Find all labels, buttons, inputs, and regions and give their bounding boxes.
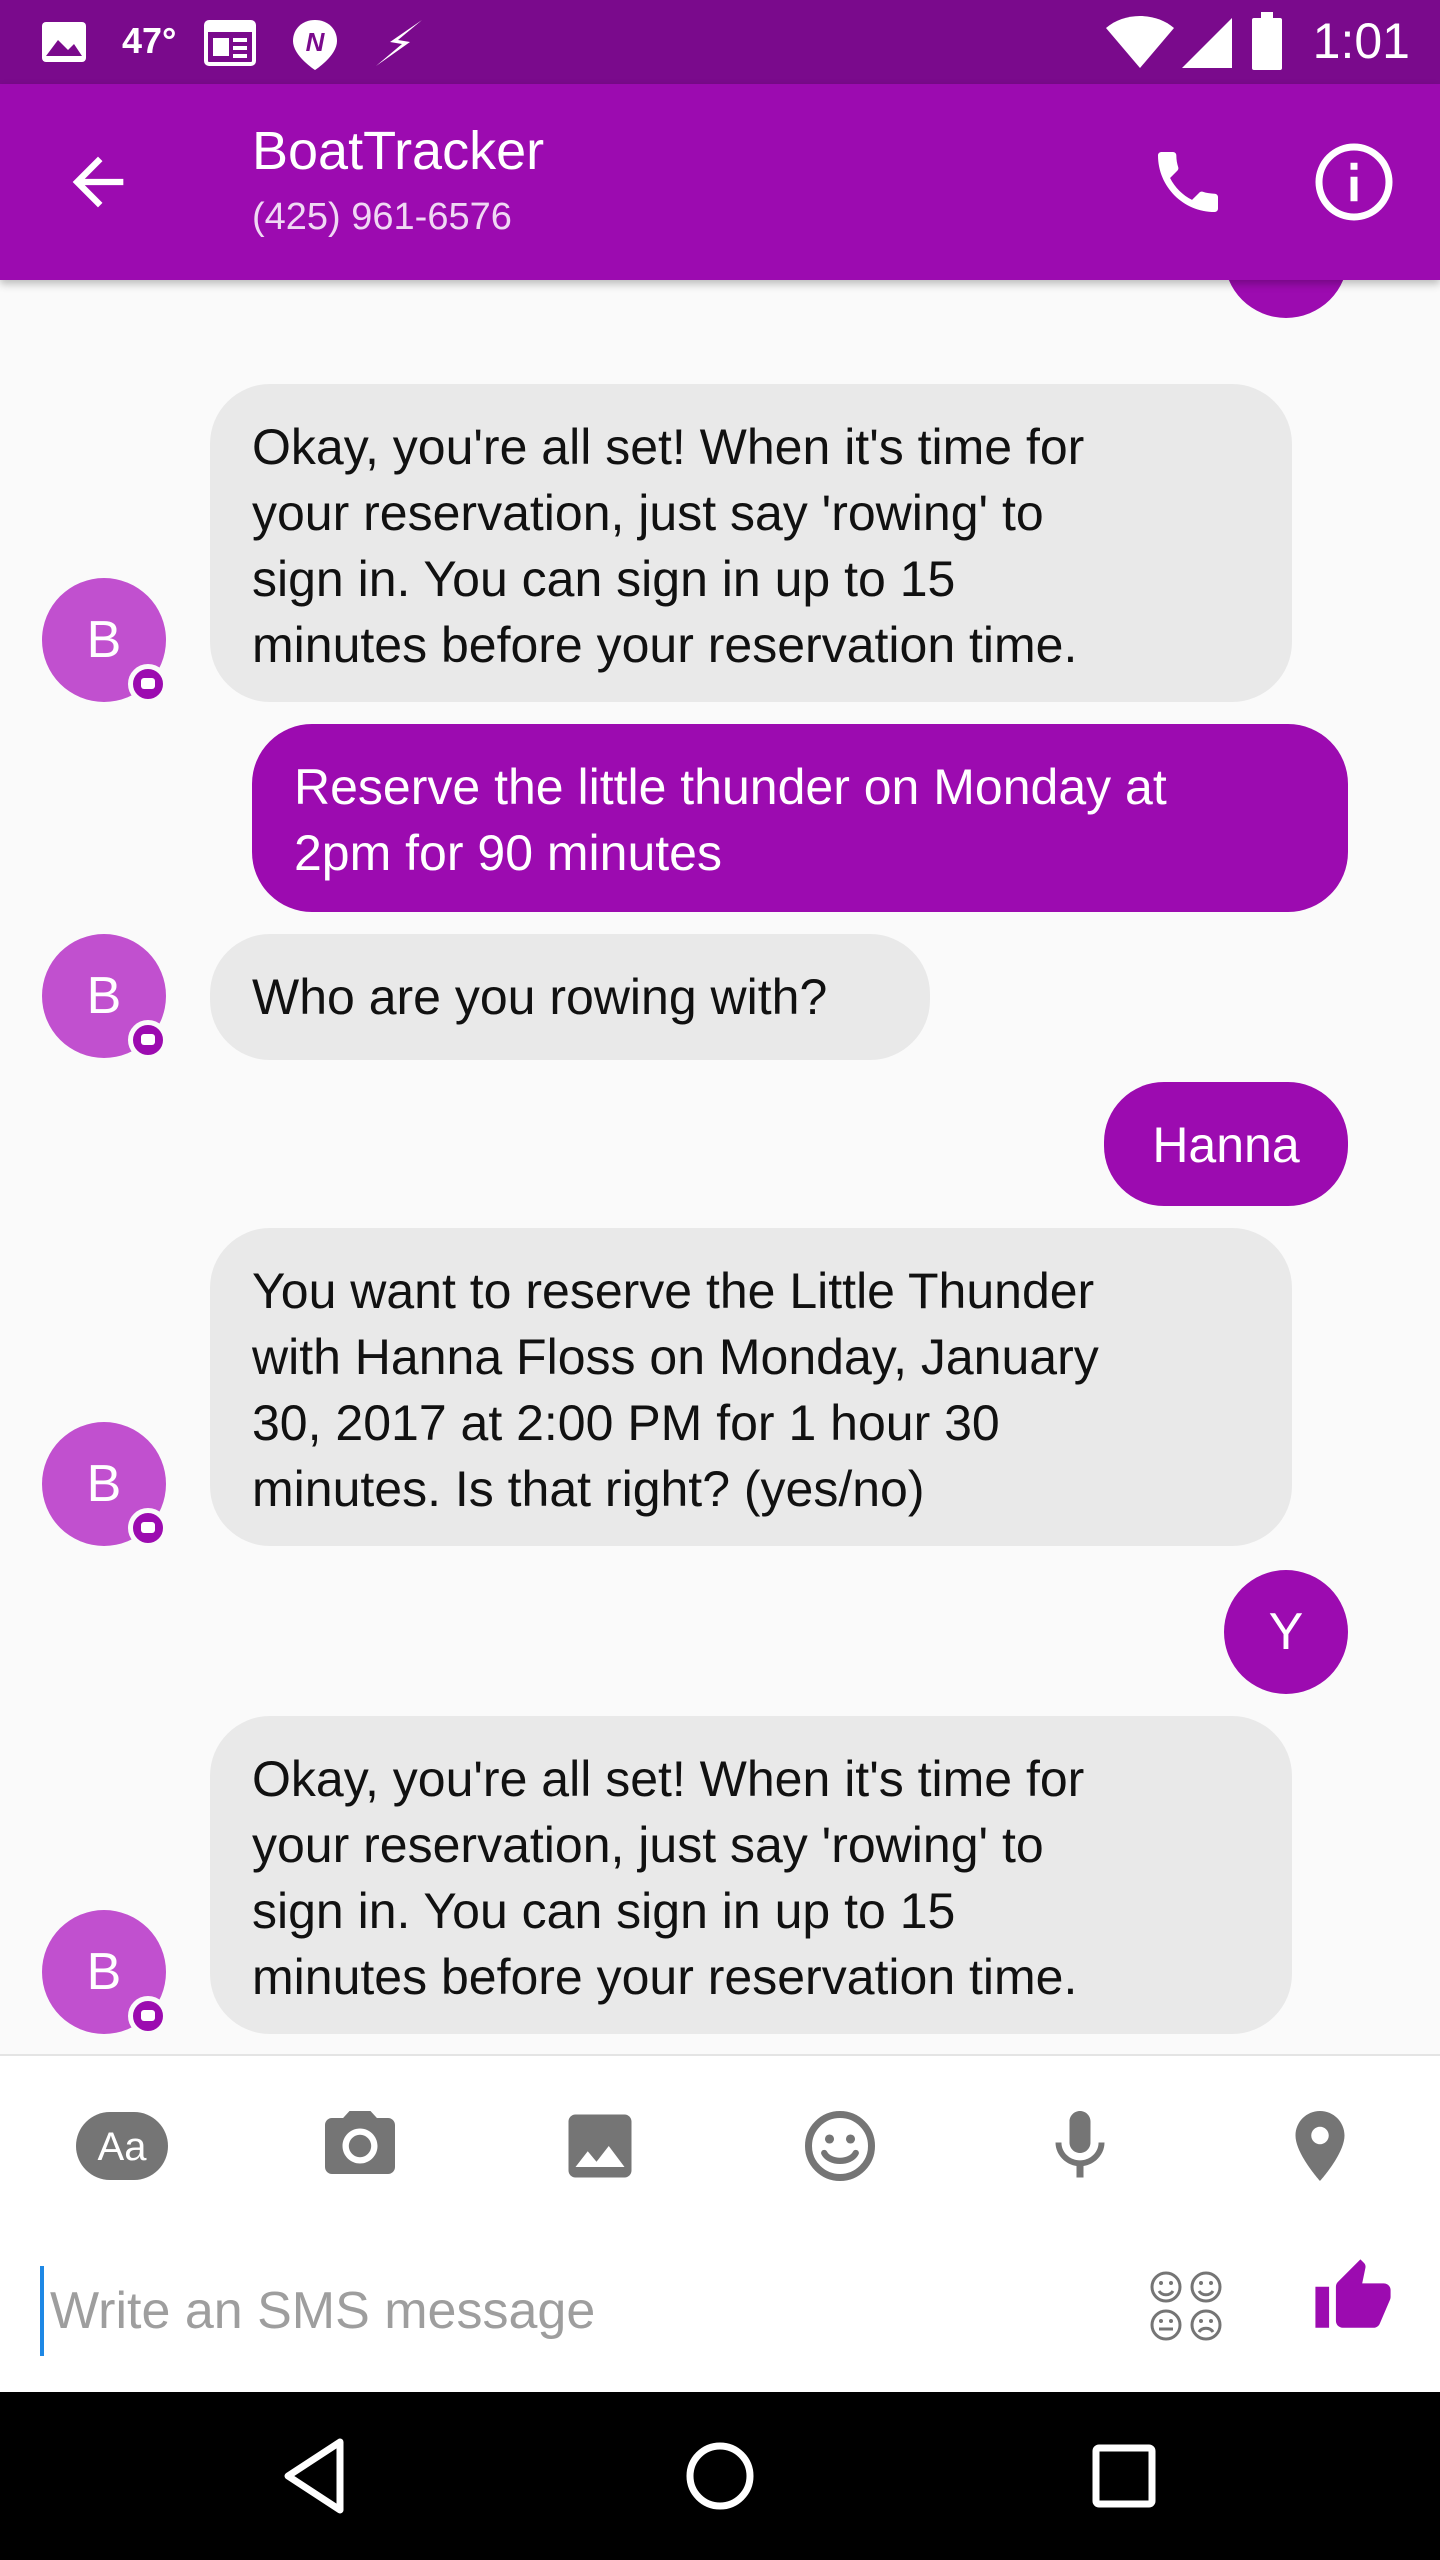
battery-icon <box>1252 12 1282 70</box>
contact-avatar-initial: B <box>86 967 122 1025</box>
microphone-button[interactable] <box>1032 2104 1128 2188</box>
nav-n-icon: N <box>293 20 337 70</box>
nav-recents-icon[interactable] <box>1078 2430 1170 2522</box>
text-format-button[interactable]: Aa <box>74 2104 170 2188</box>
contact-avatar[interactable]: B <box>42 578 168 704</box>
message-text-line: Reserve the little thunder on Monday at <box>294 759 1167 815</box>
incoming-message-bubble[interactable]: You want to reserve the Little Thunder w… <box>210 1228 1292 1546</box>
self-avatar: Y <box>1224 280 1348 318</box>
flash-icon <box>376 20 422 66</box>
emoji-icon <box>805 2111 875 2181</box>
contact-avatar-initial: B <box>86 1943 122 2001</box>
contact-avatar-initial: B <box>86 1455 122 1513</box>
status-bar: 47° N 1:01 <box>0 0 1440 84</box>
messenger-badge-icon <box>128 1996 168 2036</box>
contact-avatar[interactable]: B <box>42 934 168 1060</box>
temperature-text: 47° <box>122 20 177 61</box>
phone-icon[interactable] <box>1148 142 1228 222</box>
message-text-line: You want to reserve the Little Thunder <box>252 1263 1095 1319</box>
info-icon[interactable] <box>1312 140 1396 224</box>
message-text-line: sign in. You can sign in up to 15 <box>252 551 956 607</box>
clock-text: 1:01 <box>1312 13 1410 69</box>
incoming-message-bubble[interactable]: Who are you rowing with? <box>210 934 930 1060</box>
outgoing-message-bubble[interactable]: Reserve the little thunder on Monday at … <box>252 724 1348 912</box>
conversation-title: BoatTracker <box>252 121 545 181</box>
system-nav-bar <box>0 2392 1440 2560</box>
message-text-line: Okay, you're all set! When it's time for <box>252 1751 1085 1807</box>
message-text-line: 30, 2017 at 2:00 PM for 1 hour 30 <box>252 1395 1000 1451</box>
svg-text:N: N <box>306 27 326 57</box>
location-button[interactable] <box>1272 2104 1368 2188</box>
thumbs-up-icon[interactable] <box>1312 2256 1394 2338</box>
emoji-button[interactable] <box>792 2104 888 2188</box>
messenger-screen: 47° N 1:01 BoatTracker (425) 961-6576 Ok… <box>0 0 1440 2560</box>
message-text-line: with Hanna Floss on Monday, January <box>252 1329 1099 1385</box>
message-text-line: minutes before your reservation time. <box>252 1949 1078 2005</box>
message-text-line: your reservation, just say 'rowing' to <box>252 485 1044 541</box>
message-text-line: Who are you rowing with? <box>252 969 828 1025</box>
gallery-icon <box>568 2114 632 2178</box>
text-format-label: Aa <box>98 2125 148 2169</box>
emoji-grid-icon[interactable] <box>1148 2270 1224 2342</box>
incoming-message-bubble[interactable]: Okay, you're all set! When it's time for… <box>210 1716 1292 2034</box>
message-text-line: minutes before your reservation time. <box>252 617 1078 673</box>
microphone-icon <box>1055 2111 1105 2178</box>
contact-avatar[interactable]: B <box>42 1910 168 2036</box>
nav-back-icon[interactable] <box>270 2430 362 2522</box>
messenger-badge-icon <box>128 664 168 704</box>
incoming-message-bubble[interactable]: Okay, you're all set! When it's time for… <box>210 384 1292 702</box>
app-bar: BoatTracker (425) 961-6576 <box>0 84 1440 280</box>
message-list[interactable]: Y Okay, you're all set! When it's time f… <box>0 280 1440 2054</box>
signal-icon <box>1182 18 1232 68</box>
text-format-icon: Aa <box>76 2112 168 2180</box>
conversation-phone-number: (425) 961-6576 <box>252 196 512 238</box>
contact-avatar-initial: B <box>86 611 122 669</box>
self-avatar: Y <box>1224 1570 1348 1694</box>
message-composer: Aa <box>0 2054 1440 2392</box>
camera-button[interactable] <box>312 2104 408 2188</box>
back-arrow-icon[interactable] <box>60 144 136 220</box>
messenger-badge-icon <box>128 1508 168 1548</box>
message-text-line: sign in. You can sign in up to 15 <box>252 1883 956 1939</box>
message-text-line: Hanna <box>1152 1117 1300 1173</box>
location-icon <box>1295 2111 1345 2181</box>
outgoing-message-bubble[interactable]: Hanna <box>1104 1082 1348 1206</box>
sms-message-input[interactable] <box>40 2266 1110 2356</box>
message-text-line: minutes. Is that right? (yes/no) <box>252 1461 925 1517</box>
messenger-badge-icon <box>128 1020 168 1060</box>
image-icon <box>42 22 86 62</box>
gallery-button[interactable] <box>552 2104 648 2188</box>
nav-home-icon[interactable] <box>674 2430 766 2522</box>
camera-icon <box>325 2111 395 2174</box>
wifi-icon <box>1106 16 1174 68</box>
message-text-line: 2pm for 90 minutes <box>294 825 722 881</box>
contact-avatar[interactable]: B <box>42 1422 168 1548</box>
message-text-line: your reservation, just say 'rowing' to <box>252 1817 1044 1873</box>
message-text-line: Okay, you're all set! When it's time for <box>252 419 1085 475</box>
calendar-icon <box>204 20 256 66</box>
